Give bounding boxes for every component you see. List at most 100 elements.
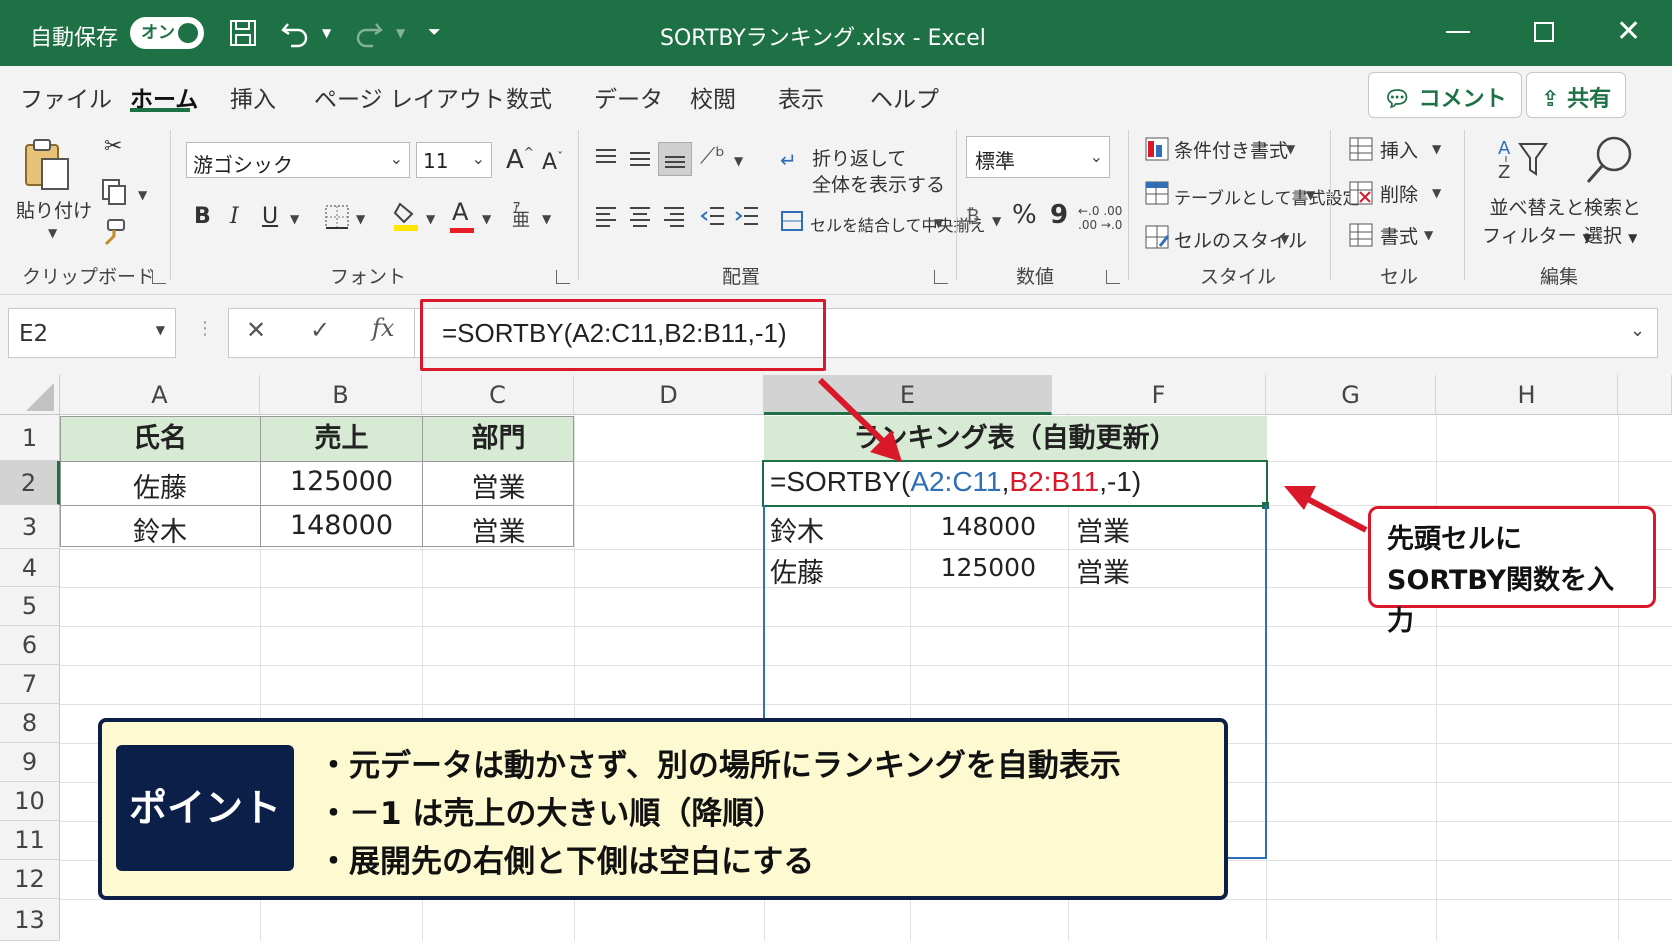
cell-b3[interactable]: 148000	[261, 510, 422, 541]
tab-review[interactable]: 校閲	[690, 80, 736, 114]
find-select-button[interactable]: 検索と 選択 ▼	[1584, 194, 1641, 252]
orientation-icon[interactable]: ⟋ᵇ	[700, 144, 725, 169]
increase-indent-icon[interactable]	[734, 204, 760, 228]
align-bottom-button[interactable]	[658, 142, 692, 176]
row-header-2[interactable]: 2	[0, 461, 60, 505]
select-all-button[interactable]	[0, 375, 60, 415]
close-icon[interactable]: ✕	[1616, 14, 1641, 49]
align-top-icon[interactable]	[594, 146, 618, 170]
row-header-13[interactable]: 13	[0, 899, 60, 941]
number-format-select[interactable]: 標準 ⌄	[966, 136, 1110, 178]
decrease-indent-icon[interactable]	[700, 204, 726, 228]
tab-page-layout[interactable]: ページ レイアウト	[314, 80, 505, 114]
save-icon[interactable]	[228, 18, 258, 48]
delete-cells-button[interactable]: 削除	[1380, 180, 1418, 207]
find-select-icon[interactable]	[1582, 132, 1638, 188]
underline-dropdown-icon[interactable]: ▼	[290, 212, 299, 226]
minimize-icon[interactable]	[1446, 31, 1470, 33]
grow-font-icon[interactable]: A^	[506, 145, 534, 175]
comment-button[interactable]: 💬︎ コメント	[1368, 72, 1522, 118]
format-dropdown-icon[interactable]: ▼	[1424, 228, 1433, 242]
font-size-select[interactable]: 11 ⌄	[416, 142, 492, 178]
conditional-format-button[interactable]: 条件付き書式	[1174, 136, 1288, 163]
font-launcher-icon[interactable]	[556, 270, 570, 284]
cancel-formula-button[interactable]: ✕	[246, 316, 266, 344]
format-cells-button[interactable]: 書式	[1380, 222, 1418, 249]
format-painter-icon[interactable]	[100, 218, 128, 246]
formula-bar-grip-icon[interactable]: ⋮	[196, 318, 214, 339]
column-header-a[interactable]: A	[60, 375, 260, 415]
cell-a3[interactable]: 鈴木	[60, 510, 260, 549]
undo-icon[interactable]	[280, 18, 310, 48]
orientation-dropdown-icon[interactable]: ▼	[734, 154, 743, 168]
undo-dropdown-icon[interactable]: ▼	[322, 26, 331, 40]
format-as-table-icon[interactable]	[1144, 180, 1170, 206]
accounting-format-icon[interactable]: ₿	[966, 206, 979, 227]
align-center-icon[interactable]	[628, 204, 652, 228]
cell-styles-dropdown-icon[interactable]: ▼	[1280, 232, 1289, 246]
row-header-6[interactable]: 6	[0, 626, 60, 665]
copy-dropdown-icon[interactable]: ▼	[138, 188, 147, 202]
comma-button[interactable]: 9	[1050, 200, 1068, 230]
wrap-text-button[interactable]: 折り返して 全体を表示する	[812, 146, 945, 198]
row-header-9[interactable]: 9	[0, 743, 60, 782]
alignment-launcher-icon[interactable]	[934, 270, 948, 284]
row-header-10[interactable]: 10	[0, 782, 60, 821]
row-header-7[interactable]: 7	[0, 665, 60, 704]
cell-f3-value[interactable]: 148000	[910, 512, 1036, 541]
accounting-dropdown-icon[interactable]: ▼	[992, 214, 1001, 228]
share-button[interactable]: ⇪ 共有	[1526, 72, 1627, 118]
wrap-text-icon[interactable]: ↵	[780, 148, 797, 172]
paste-label[interactable]: 貼り付け	[16, 196, 92, 223]
conditional-dropdown-icon[interactable]: ▼	[1286, 142, 1295, 156]
column-header-b[interactable]: B	[260, 375, 422, 415]
copy-icon[interactable]	[100, 178, 128, 206]
insert-cells-icon[interactable]	[1348, 136, 1374, 162]
enter-formula-button[interactable]: ✓	[310, 316, 330, 344]
customize-qat-icon[interactable]: ⏷	[428, 22, 441, 42]
paste-button[interactable]	[18, 135, 76, 193]
merge-dropdown-icon[interactable]: ▼	[934, 216, 943, 230]
italic-button[interactable]: I	[230, 204, 239, 229]
format-cells-icon[interactable]	[1348, 222, 1374, 248]
sort-filter-button[interactable]: 並べ替えと フィルター ▼	[1482, 194, 1592, 252]
tab-insert[interactable]: 挿入	[230, 80, 276, 114]
tab-view[interactable]: 表示	[778, 80, 824, 114]
column-header-f[interactable]: F	[1052, 375, 1266, 415]
column-header-h[interactable]: H	[1436, 375, 1618, 415]
align-right-icon[interactable]	[662, 204, 686, 228]
maximize-icon[interactable]	[1534, 22, 1554, 42]
merge-center-icon[interactable]	[780, 210, 804, 232]
row-header-1[interactable]: 1	[0, 415, 60, 461]
e2-formula[interactable]: =SORTBY(A2:C11,B2:B11,-1)	[770, 466, 1141, 498]
merge-center-button[interactable]: セルを結合して中央揃え	[810, 212, 986, 236]
fill-dropdown-icon[interactable]: ▼	[426, 212, 435, 226]
name-box[interactable]: E2 ▼	[8, 308, 176, 358]
column-header-c[interactable]: C	[422, 375, 574, 415]
column-header-g[interactable]: G	[1266, 375, 1436, 415]
column-header-d[interactable]: D	[574, 375, 764, 415]
cell-g3[interactable]: 営業	[1076, 510, 1130, 549]
phonetic-icon[interactable]: ｧ亜	[512, 198, 530, 230]
align-middle-icon[interactable]	[628, 146, 652, 170]
cell-f4-value[interactable]: 125000	[910, 553, 1036, 582]
delete-dropdown-icon[interactable]: ▼	[1432, 186, 1441, 200]
delete-cells-icon[interactable]	[1348, 180, 1374, 206]
tab-data[interactable]: データ	[594, 80, 663, 114]
as-table-dropdown-icon[interactable]: ▼	[1306, 188, 1315, 202]
align-left-icon[interactable]	[594, 204, 618, 228]
cell-c2[interactable]: 営業	[423, 466, 574, 505]
font-color-icon[interactable]: A	[450, 198, 474, 233]
fill-color-icon[interactable]	[392, 200, 420, 232]
insert-dropdown-icon[interactable]: ▼	[1432, 142, 1441, 156]
underline-button[interactable]: U	[262, 204, 278, 229]
cell-styles-icon[interactable]	[1144, 224, 1170, 250]
row-header-4[interactable]: 4	[0, 549, 60, 587]
cell-g4[interactable]: 営業	[1076, 551, 1130, 590]
tab-file[interactable]: ファイル	[20, 80, 112, 114]
insert-cells-button[interactable]: 挿入	[1380, 136, 1418, 163]
format-as-table-button[interactable]: テーブルとして書式設定	[1174, 184, 1359, 209]
shrink-font-icon[interactable]: Aˇ	[542, 150, 563, 175]
tab-help[interactable]: ヘルプ	[870, 80, 939, 114]
column-header-overflow[interactable]	[1618, 375, 1672, 415]
